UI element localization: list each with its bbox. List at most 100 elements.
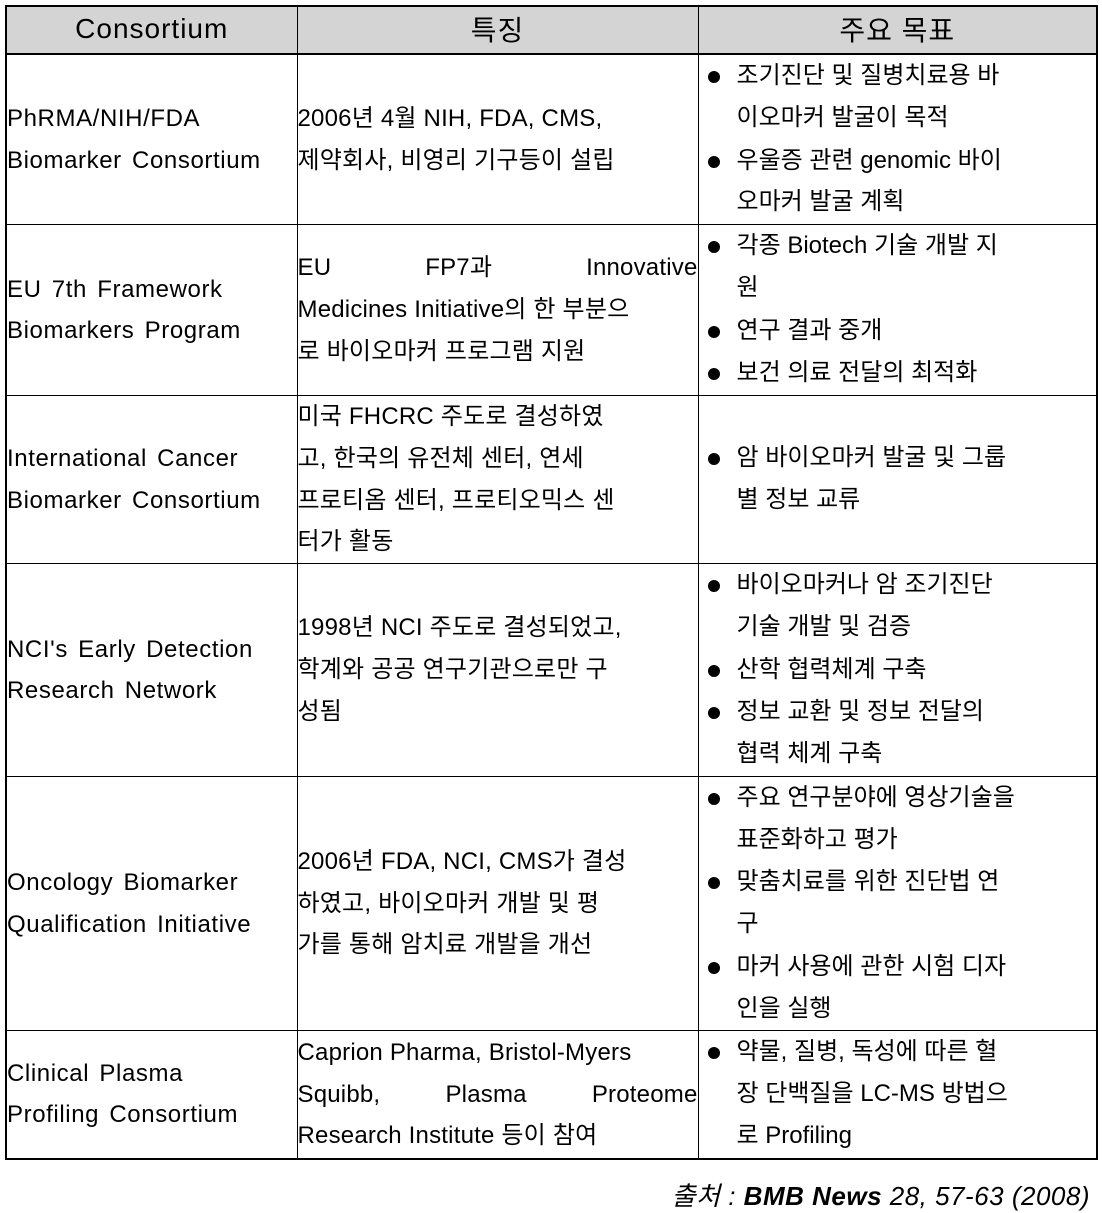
feature-line: 미국 FHCRC 주도로 결성하였 (297, 403, 604, 430)
goal-list: 조기진단 및 질병치료용 바 이오마커 발굴이 목적 우울증 관련 genomi… (699, 55, 1097, 223)
goal-line: 조기진단 및 질병치료용 바 (736, 62, 1000, 89)
goal-item: 바이오마커나 암 조기진단 기술 개발 및 검증 (699, 564, 1097, 648)
feature-text: 2006년 4월 NIH, FDA, CMS, 제약회사, 비영리 기구등이 설… (298, 98, 698, 182)
feature-line: 1998년 NCI 주도로 결성되었고, (297, 614, 622, 642)
bullet-icon (707, 664, 720, 677)
caption-prefix: 출처 : (671, 1180, 744, 1211)
feature-line: 가를 통해 암치료 개발을 개선 (297, 931, 593, 959)
goal-line: 우울증 관련 genomic 바이 (736, 146, 1002, 174)
goal-line: 표준화하고 평가 (736, 825, 898, 853)
goal-line: 주요 연구분야에 영상기술을 (736, 783, 1015, 811)
bullet-icon (707, 368, 720, 381)
goal-line: 맞춤치료를 위한 진단법 연 (736, 868, 1000, 896)
cell-goals: 주요 연구분야에 영상기술을 표준화하고 평가 맞춤치료를 위한 진단법 연 구… (697, 775, 1098, 1032)
cell-feature: 1998년 NCI 주도로 결성되었고, 학계와 공공 연구기관으로만 구 성됨 (296, 563, 699, 777)
bullet-icon (707, 961, 720, 974)
goal-line: 장 단백질을 LC-MS 방법으 (736, 1080, 1008, 1107)
goal-list: 주요 연구분야에 영상기술을 표준화하고 평가 맞춤치료를 위한 진단법 연 구… (699, 777, 1097, 1030)
bullet-icon (707, 1047, 720, 1060)
cell-goals: 각종 Biotech 기술 개발 지 원 연구 결과 중개 보건 의료 전달의 … (697, 224, 1098, 396)
goal-item: 마커 사용에 관한 시험 디자 인을 실행 (699, 946, 1097, 1030)
goal-item: 각종 Biotech 기술 개발 지 원 (699, 225, 1097, 309)
cell-consortium-name: EU 7th Framework Biomarkers Program (5, 224, 298, 396)
goal-line: 바이오마커나 암 조기진단 (736, 571, 993, 598)
cell-feature: EU FP7과 Innovative Medicines Initiative의… (296, 224, 699, 396)
goal-line: 별 정보 교류 (736, 486, 861, 513)
goal-list: 암 바이오마커 발굴 및 그룹 별 정보 교류 (699, 437, 1097, 521)
consortium-name-line: NCI's Early Detection (7, 635, 253, 663)
feature-line: Medicines Initiative의 한 부분으 (297, 296, 630, 324)
feature-line: Caprion Pharma, Bristol-Myers (297, 1038, 632, 1066)
feature-line: Research Institute 등이 참여 (297, 1122, 598, 1150)
goal-list: 약물, 질병, 독성에 따른 혈 장 단백질을 LC-MS 방법으 로 Prof… (699, 1031, 1097, 1156)
column-header-consortium: Consortium (5, 5, 298, 55)
goal-item: 주요 연구분야에 영상기술을 표준화하고 평가 (699, 777, 1097, 861)
goal-item: 보건 의료 전달의 최적화 (699, 352, 1097, 394)
goal-line: 구 (736, 910, 759, 937)
goal-item: 연구 결과 중개 (699, 310, 1097, 352)
bullet-icon (707, 325, 720, 338)
consortium-name-line: Biomarkers Program (7, 317, 241, 344)
consortium-name-line: International Cancer (7, 445, 239, 473)
feature-line: 프로티옴 센터, 프로티오믹스 센 (297, 486, 615, 514)
goal-list: 바이오마커나 암 조기진단 기술 개발 및 검증 산학 협력체계 구축 정보 교… (699, 564, 1097, 775)
bullet-icon (707, 580, 720, 592)
bullet-icon (707, 707, 720, 720)
source-caption: 출처 : BMB News 28, 57-63 (2008) (5, 1176, 1096, 1213)
goal-line: 원 (736, 273, 759, 301)
bullet-icon (707, 792, 720, 805)
consortium-name-line: PhRMA/NIH/FDA (7, 105, 201, 133)
column-header-feature: 특징 (296, 5, 699, 55)
goal-line: 로 Profiling (736, 1121, 852, 1149)
feature-text: 1998년 NCI 주도로 결성되었고, 학계와 공공 연구기관으로만 구 성됨 (298, 607, 698, 732)
feature-text: Caprion Pharma, Bristol-Myers Squibb, Pl… (298, 1032, 698, 1157)
goal-line: 암 바이오마커 발굴 및 그룹 (736, 444, 1007, 472)
feature-line: 2006년 4월 NIH, FDA, CMS, (297, 104, 603, 132)
consortium-name-line: Biomarker Consortium (7, 146, 261, 174)
cell-consortium-name: Oncology Biomarker Qualification Initiat… (5, 775, 298, 1032)
goal-line: 보건 의료 전달의 최적화 (736, 359, 978, 387)
feature-text: 미국 FHCRC 주도로 결성하였 고, 한국의 유전체 센터, 연세 프로티옴… (298, 396, 698, 563)
consortium-name-line: Profiling Consortium (7, 1101, 239, 1129)
bullet-icon (707, 71, 720, 83)
feature-line: 로 바이오마커 프로그램 지원 (297, 337, 586, 365)
feature-line: EU FP7과 Innovative (297, 254, 698, 282)
column-header-goal: 주요 목표 (697, 5, 1098, 55)
goal-item: 산학 협력체계 구축 (699, 649, 1097, 691)
feature-line: 학계와 공공 연구기관으로만 구 (297, 656, 608, 683)
consortium-name-line: EU 7th Framework (7, 275, 223, 303)
cell-feature: 미국 FHCRC 주도로 결성하였 고, 한국의 유전체 센터, 연세 프로티옴… (296, 395, 699, 564)
table-row: Clinical Plasma Profiling Consortium Cap… (5, 1030, 1098, 1159)
bullet-icon (707, 877, 720, 890)
table-row: PhRMA/NIH/FDA Biomarker Consortium 2006년… (5, 53, 1098, 225)
goal-list: 각종 Biotech 기술 개발 지 원 연구 결과 중개 보건 의료 전달의 … (699, 225, 1097, 394)
table-row: NCI's Early Detection Research Network 1… (5, 563, 1098, 777)
feature-line: 제약회사, 비영리 기구등이 설립 (297, 146, 615, 174)
consortium-name-line: Oncology Biomarker (7, 869, 239, 897)
goal-line: 이오마커 발굴이 목적 (736, 103, 949, 131)
table-body: PhRMA/NIH/FDA Biomarker Consortium 2006년… (5, 53, 1098, 1159)
goal-item: 암 바이오마커 발굴 및 그룹 별 정보 교류 (699, 437, 1097, 521)
bullet-icon (707, 241, 720, 253)
feature-text: EU FP7과 Innovative Medicines Initiative의… (298, 247, 698, 372)
goal-line: 정보 교환 및 정보 전달의 (736, 698, 984, 726)
goal-line: 산학 협력체계 구축 (736, 655, 927, 683)
goal-line: 약물, 질병, 독성에 따른 혈 (736, 1038, 998, 1066)
cell-consortium-name: Clinical Plasma Profiling Consortium (5, 1030, 298, 1159)
goal-line: 기술 개발 및 검증 (736, 612, 912, 640)
cell-goals: 암 바이오마커 발굴 및 그룹 별 정보 교류 (697, 395, 1098, 564)
page-root: Consortium 특징 주요 목표 PhRMA/NIH/FDA Biomar… (0, 0, 1102, 1211)
goal-item: 맞춤치료를 위한 진단법 연 구 (699, 861, 1097, 945)
goal-line: 연구 결과 중개 (736, 316, 883, 344)
consortium-name-line: Clinical Plasma (7, 1060, 184, 1088)
feature-line: Squibb, Plasma Proteome (297, 1080, 698, 1108)
caption-details: 28, 57-63 (2008) (882, 1180, 1090, 1211)
cell-goals: 바이오마커나 암 조기진단 기술 개발 및 검증 산학 협력체계 구축 정보 교… (697, 563, 1098, 777)
cell-consortium-name: NCI's Early Detection Research Network (5, 563, 298, 777)
goal-item: 우울증 관련 genomic 바이 오마커 발굴 계획 (699, 140, 1097, 224)
table-header: Consortium 특징 주요 목표 (5, 5, 1098, 55)
feature-line: 2006년 FDA, NCI, CMS가 결성 (297, 847, 627, 875)
cell-consortium-name: International Cancer Biomarker Consortiu… (5, 395, 298, 564)
feature-line: 하였고, 바이오마커 개발 및 평 (297, 889, 600, 917)
caption-source-name: BMB News (743, 1180, 883, 1211)
